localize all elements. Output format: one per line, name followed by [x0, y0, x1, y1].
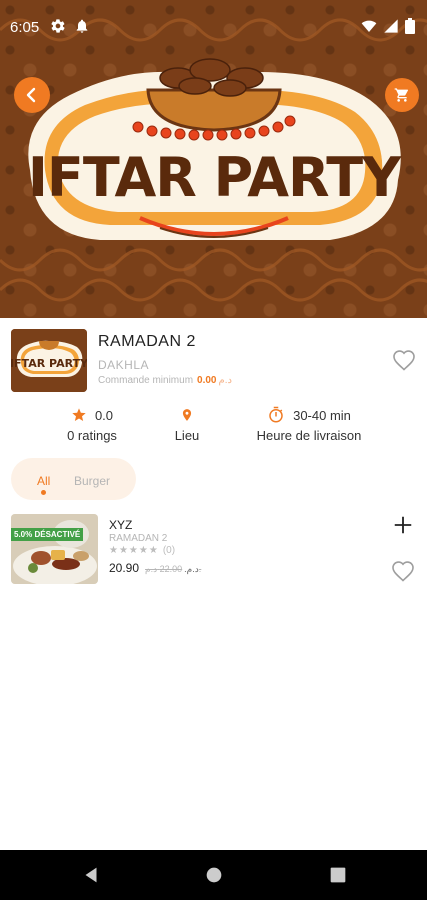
active-tab-indicator [41, 490, 46, 495]
product-rating-count: (0) [162, 545, 176, 556]
star-icon [72, 408, 86, 421]
product-price-value: 20.90 [109, 561, 140, 575]
back-button[interactable] [14, 77, 50, 113]
nav-recents-icon[interactable] [327, 864, 349, 886]
restaurant-city: DAKHLA [98, 358, 150, 372]
min-order: Commande minimum 0.00 د.م [98, 375, 232, 386]
svg-text:IFTAR PARTY: IFTAR PARTY [28, 146, 402, 209]
rating-count-label: 0 ratings [67, 428, 117, 443]
signal-icon [384, 19, 398, 33]
status-time: 6:05 [10, 19, 40, 36]
restaurant-stats: 0.0 0 ratings Lieu 30-40 min Heure de li… [0, 406, 427, 446]
favorite-heart-icon[interactable] [392, 349, 416, 373]
location-pin-icon [182, 409, 192, 421]
tab-all[interactable]: All [37, 474, 50, 488]
delivery-time-label: Heure de livraison [256, 428, 362, 443]
gear-icon [51, 19, 65, 33]
product-restaurant: RAMADAN 2 [109, 533, 168, 544]
rating-value: 0.0 [94, 407, 114, 423]
rating-stat: 0.0 0 ratings [52, 406, 132, 444]
discount-badge: 5.0% DÉSACTIVÉ [11, 528, 84, 541]
product-image: 5.0% DÉSACTIVÉ [11, 514, 98, 584]
cart-icon [394, 88, 408, 102]
product-old-price-value: 22.00 [159, 564, 183, 574]
product-name: XYZ [109, 518, 133, 532]
nav-home-icon[interactable] [203, 864, 225, 886]
battery-icon [405, 18, 415, 34]
restaurant-thumbnail: IFTAR PARTY [11, 329, 87, 392]
nav-back-icon[interactable] [80, 864, 102, 886]
restaurant-name: RAMADAN 2 [98, 333, 196, 350]
product-price-currency: د.م. [184, 564, 199, 574]
restaurant-info-card: IFTAR PARTY RAMADAN 2 DAKHLA Commande mi… [0, 318, 427, 448]
rating-stars-icon: ★★★★★ [109, 545, 159, 556]
tab-burger[interactable]: Burger [74, 474, 110, 488]
restaurant-logo-thumbnail: IFTAR PARTY [11, 329, 87, 392]
status-bar: 6:05 [0, 0, 427, 56]
category-tabs: All Burger [11, 458, 136, 500]
chevron-left-icon [26, 87, 36, 103]
min-order-value: 0.00 [197, 375, 217, 386]
delivery-time-value: 30-40 min [293, 407, 351, 423]
min-order-label: Commande minimum [98, 375, 194, 386]
product-photo [11, 514, 98, 584]
product-rating: ★★★★★ (0) [109, 545, 175, 556]
location-stat[interactable]: Lieu [157, 406, 217, 443]
system-navigation-bar [0, 850, 427, 900]
product-item[interactable]: 5.0% DÉSACTIVÉ XYZ RAMADAN 2 ★★★★★ (0) 20… [0, 510, 427, 590]
product-price: 20.90 د.م.22.00 د.م. [109, 561, 201, 575]
min-order-currency: د.م [218, 375, 232, 386]
delivery-time-stat: 30-40 min Heure de livraison [250, 406, 368, 443]
timer-icon [269, 406, 283, 423]
product-favorite-heart-icon[interactable] [391, 560, 415, 584]
add-to-cart-plus-icon[interactable] [392, 514, 414, 536]
svg-text:IFTAR PARTY: IFTAR PARTY [11, 357, 87, 370]
bell-icon [76, 19, 88, 33]
location-label: Lieu [174, 428, 200, 443]
cart-button[interactable] [385, 78, 419, 112]
wifi-icon [361, 20, 377, 32]
